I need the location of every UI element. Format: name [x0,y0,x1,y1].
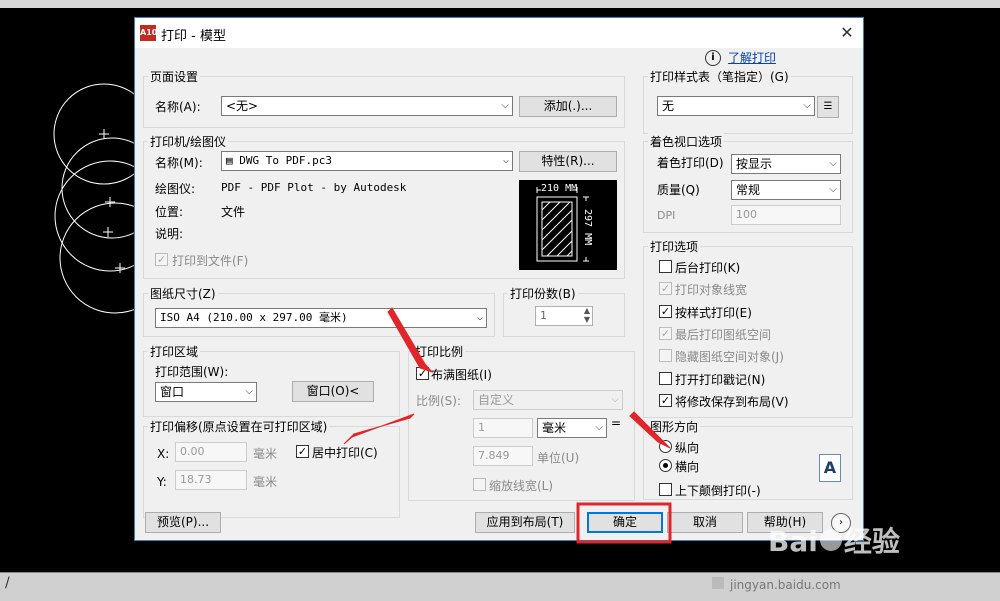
paw-icon [819,529,842,551]
annotation-arrow [387,307,434,374]
baidu-watermark: Bai 经验 [768,525,900,558]
annotation-arrow [629,411,671,449]
ok-button-highlight [576,502,672,544]
annotation-arrow [343,413,415,445]
annotation-overlay [343,307,672,544]
